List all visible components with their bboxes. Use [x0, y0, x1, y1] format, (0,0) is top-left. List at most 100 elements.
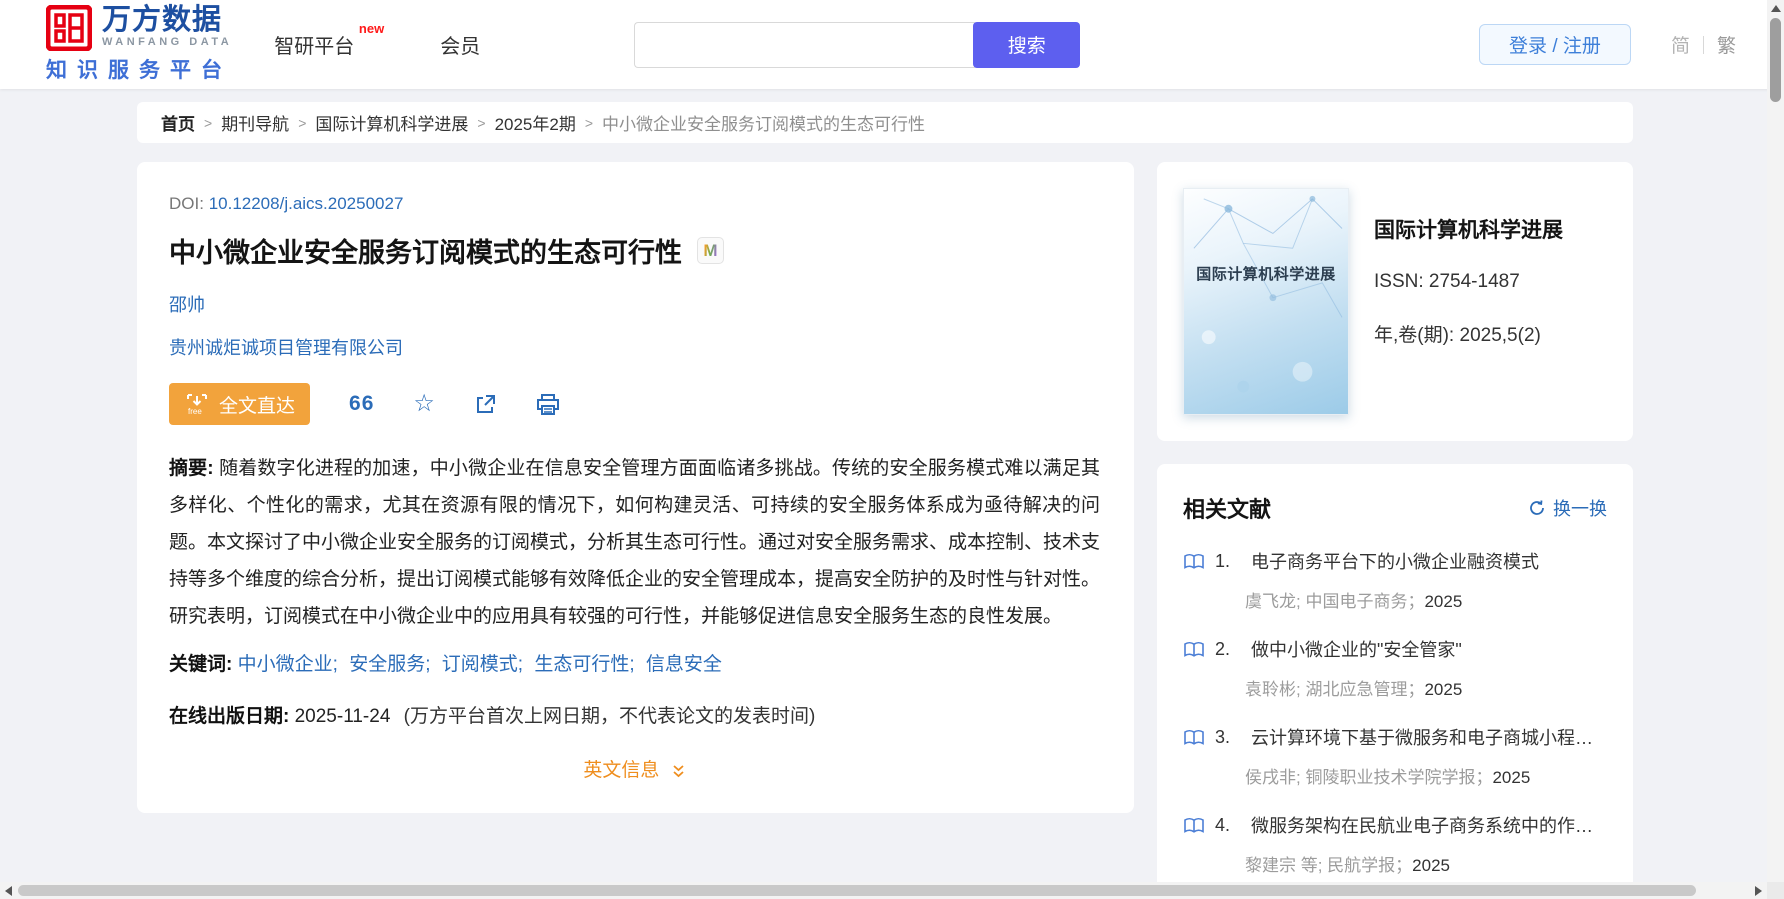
- breadcrumb-issue[interactable]: 2025年2期: [495, 110, 576, 135]
- cite-icon[interactable]: 66: [349, 392, 374, 416]
- related-item-title[interactable]: 电子商务平台下的小微企业融资模式: [1251, 548, 1539, 574]
- search-button[interactable]: 搜索: [973, 22, 1080, 68]
- download-free-icon: free: [184, 391, 210, 417]
- print-icon[interactable]: [536, 393, 560, 416]
- journal-volume: 年,卷(期): 2025,5(2): [1374, 320, 1563, 347]
- related-item-meta: 袁聆彬; 湖北应急管理；2025: [1245, 675, 1607, 700]
- related-item-meta: 黎建宗 等; 民航学报；2025: [1245, 851, 1607, 876]
- keyword-link[interactable]: 信息安全: [646, 654, 722, 675]
- doi-line: DOI: 10.12208/j.aics.20250027: [169, 194, 1100, 214]
- breadcrumb: 首页 > 期刊导航 > 国际计算机科学进展 > 2025年2期 > 中小微企业安…: [137, 102, 1633, 143]
- related-item-number: 3.: [1215, 727, 1241, 748]
- related-item: 2. 做中小微企业的"安全管家" 袁聆彬; 湖北应急管理；2025: [1183, 636, 1607, 700]
- lang-simplified[interactable]: 简: [1671, 31, 1690, 58]
- book-icon: [1183, 729, 1205, 746]
- keyword-separator: ;: [518, 654, 523, 675]
- main-nav: 智研平台 new 会员: [274, 30, 506, 59]
- breadcrumb-current: 中小微企业安全服务订阅模式的生态可行性: [602, 110, 925, 135]
- scroll-right-arrow[interactable]: [1750, 882, 1767, 899]
- nav-item-member[interactable]: 会员: [440, 30, 506, 59]
- related-item-year: 2025: [1424, 592, 1462, 611]
- related-item-meta: 侯戌非; 铜陵职业技术学院学报；2025: [1245, 763, 1607, 788]
- scrollbar-corner: [1767, 882, 1784, 899]
- journal-cover-title: 国际计算机科学进展: [1184, 263, 1348, 284]
- vertical-scroll-thumb[interactable]: [1770, 18, 1781, 102]
- journal-card: 国际计算机科学进展 国际计算机科学进展 ISSN: 2754-1487 年,卷(…: [1157, 162, 1633, 441]
- nav-zhiyan-label: 智研平台: [274, 36, 354, 58]
- related-item-title[interactable]: 微服务架构在民航业电子商务系统中的作用...: [1251, 812, 1607, 838]
- search-box: 搜索: [634, 22, 1080, 68]
- horizontal-scroll-thumb[interactable]: [18, 885, 1696, 896]
- breadcrumb-journal[interactable]: 国际计算机科学进展: [315, 110, 468, 135]
- related-item-source: 侯戌非; 铜陵职业技术学院学报；: [1245, 768, 1492, 787]
- pubdate-value: 2025-11-24: [295, 706, 391, 727]
- page-content: 首页 > 期刊导航 > 国际计算机科学进展 > 2025年2期 > 中小微企业安…: [0, 89, 1784, 899]
- related-item-source: 虞飞龙; 中国电子商务；: [1245, 592, 1424, 611]
- pubdate-line: 在线出版日期: 2025-11-24 (万方平台首次上网日期，不代表论文的发表时…: [169, 701, 1100, 728]
- book-icon: [1183, 817, 1205, 834]
- keyword-separator: ;: [629, 654, 634, 675]
- keyword-link[interactable]: 安全服务: [349, 654, 425, 675]
- journal-title-link[interactable]: 国际计算机科学进展: [1374, 214, 1563, 244]
- lang-traditional[interactable]: 繁: [1717, 31, 1736, 58]
- affiliation-link[interactable]: 贵州诚炬诚项目管理有限公司: [169, 338, 403, 358]
- search-input[interactable]: [634, 22, 975, 68]
- abstract: 摘要: 随着数字化进程的加速，中小微企业在信息安全管理方面面临诸多挑战。传统的安…: [169, 450, 1100, 635]
- english-info-toggle[interactable]: 英文信息: [169, 755, 1100, 785]
- header-right: 登录 / 注册 简 繁: [1479, 24, 1736, 65]
- lang-divider: [1703, 36, 1704, 54]
- journal-cover[interactable]: 国际计算机科学进展: [1183, 188, 1349, 415]
- related-item-meta: 虞飞龙; 中国电子商务；2025: [1245, 587, 1607, 612]
- doi-link[interactable]: 10.12208/j.aics.20250027: [209, 194, 404, 213]
- keyword-link[interactable]: 生态可行性: [534, 654, 629, 675]
- english-info-label: 英文信息: [583, 760, 659, 781]
- breadcrumb-separator: >: [298, 115, 306, 131]
- vertical-scrollbar[interactable]: [1767, 0, 1784, 899]
- nav-item-zhiyan[interactable]: 智研平台 new: [274, 30, 380, 59]
- related-item: 3. 云计算环境下基于微服务和电子商城小程序... 侯戌非; 铜陵职业技术学院学…: [1183, 724, 1607, 788]
- refresh-related-button[interactable]: 换一换: [1528, 495, 1607, 521]
- keyword-separator: ;: [425, 654, 430, 675]
- metrics-badge[interactable]: M: [697, 237, 724, 264]
- related-item-year: 2025: [1492, 768, 1530, 787]
- wanfang-logo-icon: [46, 5, 92, 51]
- scroll-left-arrow[interactable]: [0, 882, 17, 899]
- svg-text:free: free: [188, 407, 202, 416]
- fulltext-label: 全文直达: [219, 391, 295, 418]
- scroll-up-arrow[interactable]: [1767, 0, 1784, 17]
- related-item-title[interactable]: 云计算环境下基于微服务和电子商城小程序...: [1251, 724, 1607, 750]
- related-item: 4. 微服务架构在民航业电子商务系统中的作用... 黎建宗 等; 民航学报；20…: [1183, 812, 1607, 876]
- new-badge: new: [359, 21, 384, 36]
- related-item-year: 2025: [1424, 680, 1462, 699]
- related-item-source: 袁聆彬; 湖北应急管理；: [1245, 680, 1424, 699]
- nav-member-label: 会员: [440, 36, 480, 58]
- related-item: 1. 电子商务平台下的小微企业融资模式 虞飞龙; 中国电子商务；2025: [1183, 548, 1607, 612]
- journal-info: 国际计算机科学进展 ISSN: 2754-1487 年,卷(期): 2025,5…: [1374, 188, 1563, 415]
- related-literature-card: 相关文献 换一换 1.: [1157, 464, 1633, 899]
- keyword-link[interactable]: 中小微企业: [238, 654, 333, 675]
- related-item-number: 4.: [1215, 815, 1241, 836]
- horizontal-scrollbar[interactable]: [0, 882, 1767, 899]
- journal-issn: ISSN: 2754-1487: [1374, 271, 1563, 293]
- keyword-link[interactable]: 订阅模式: [442, 654, 518, 675]
- author-link[interactable]: 邵帅: [169, 295, 205, 315]
- related-item-number: 1.: [1215, 551, 1241, 572]
- book-icon: [1183, 641, 1205, 658]
- related-item-number: 2.: [1215, 639, 1241, 660]
- related-item-title[interactable]: 做中小微企业的"安全管家": [1251, 636, 1462, 662]
- article-card: DOI: 10.12208/j.aics.20250027 中小微企业安全服务订…: [137, 162, 1134, 813]
- breadcrumb-journal-nav[interactable]: 期刊导航: [221, 110, 289, 135]
- favorite-star-icon[interactable]: ☆: [413, 392, 435, 416]
- login-register-button[interactable]: 登录 / 注册: [1479, 24, 1631, 65]
- sidebar: 国际计算机科学进展 国际计算机科学进展 ISSN: 2754-1487 年,卷(…: [1157, 162, 1633, 899]
- breadcrumb-separator: >: [477, 115, 485, 131]
- site-header: 万方数据 WANFANG DATA 知识服务平台 智研平台 new 会员 搜索 …: [0, 0, 1784, 89]
- article-actions: free 全文直达 66 ☆: [169, 383, 1100, 425]
- volume-label: 年,卷(期):: [1374, 325, 1454, 346]
- fulltext-button[interactable]: free 全文直达: [169, 383, 310, 425]
- breadcrumb-home[interactable]: 首页: [161, 110, 195, 135]
- affiliation-line: 贵州诚炬诚项目管理有限公司: [169, 334, 1100, 360]
- pubdate-label: 在线出版日期:: [169, 706, 289, 727]
- share-icon[interactable]: [474, 393, 497, 416]
- wanfang-logo[interactable]: 万方数据 WANFANG DATA 知识服务平台: [46, 5, 232, 84]
